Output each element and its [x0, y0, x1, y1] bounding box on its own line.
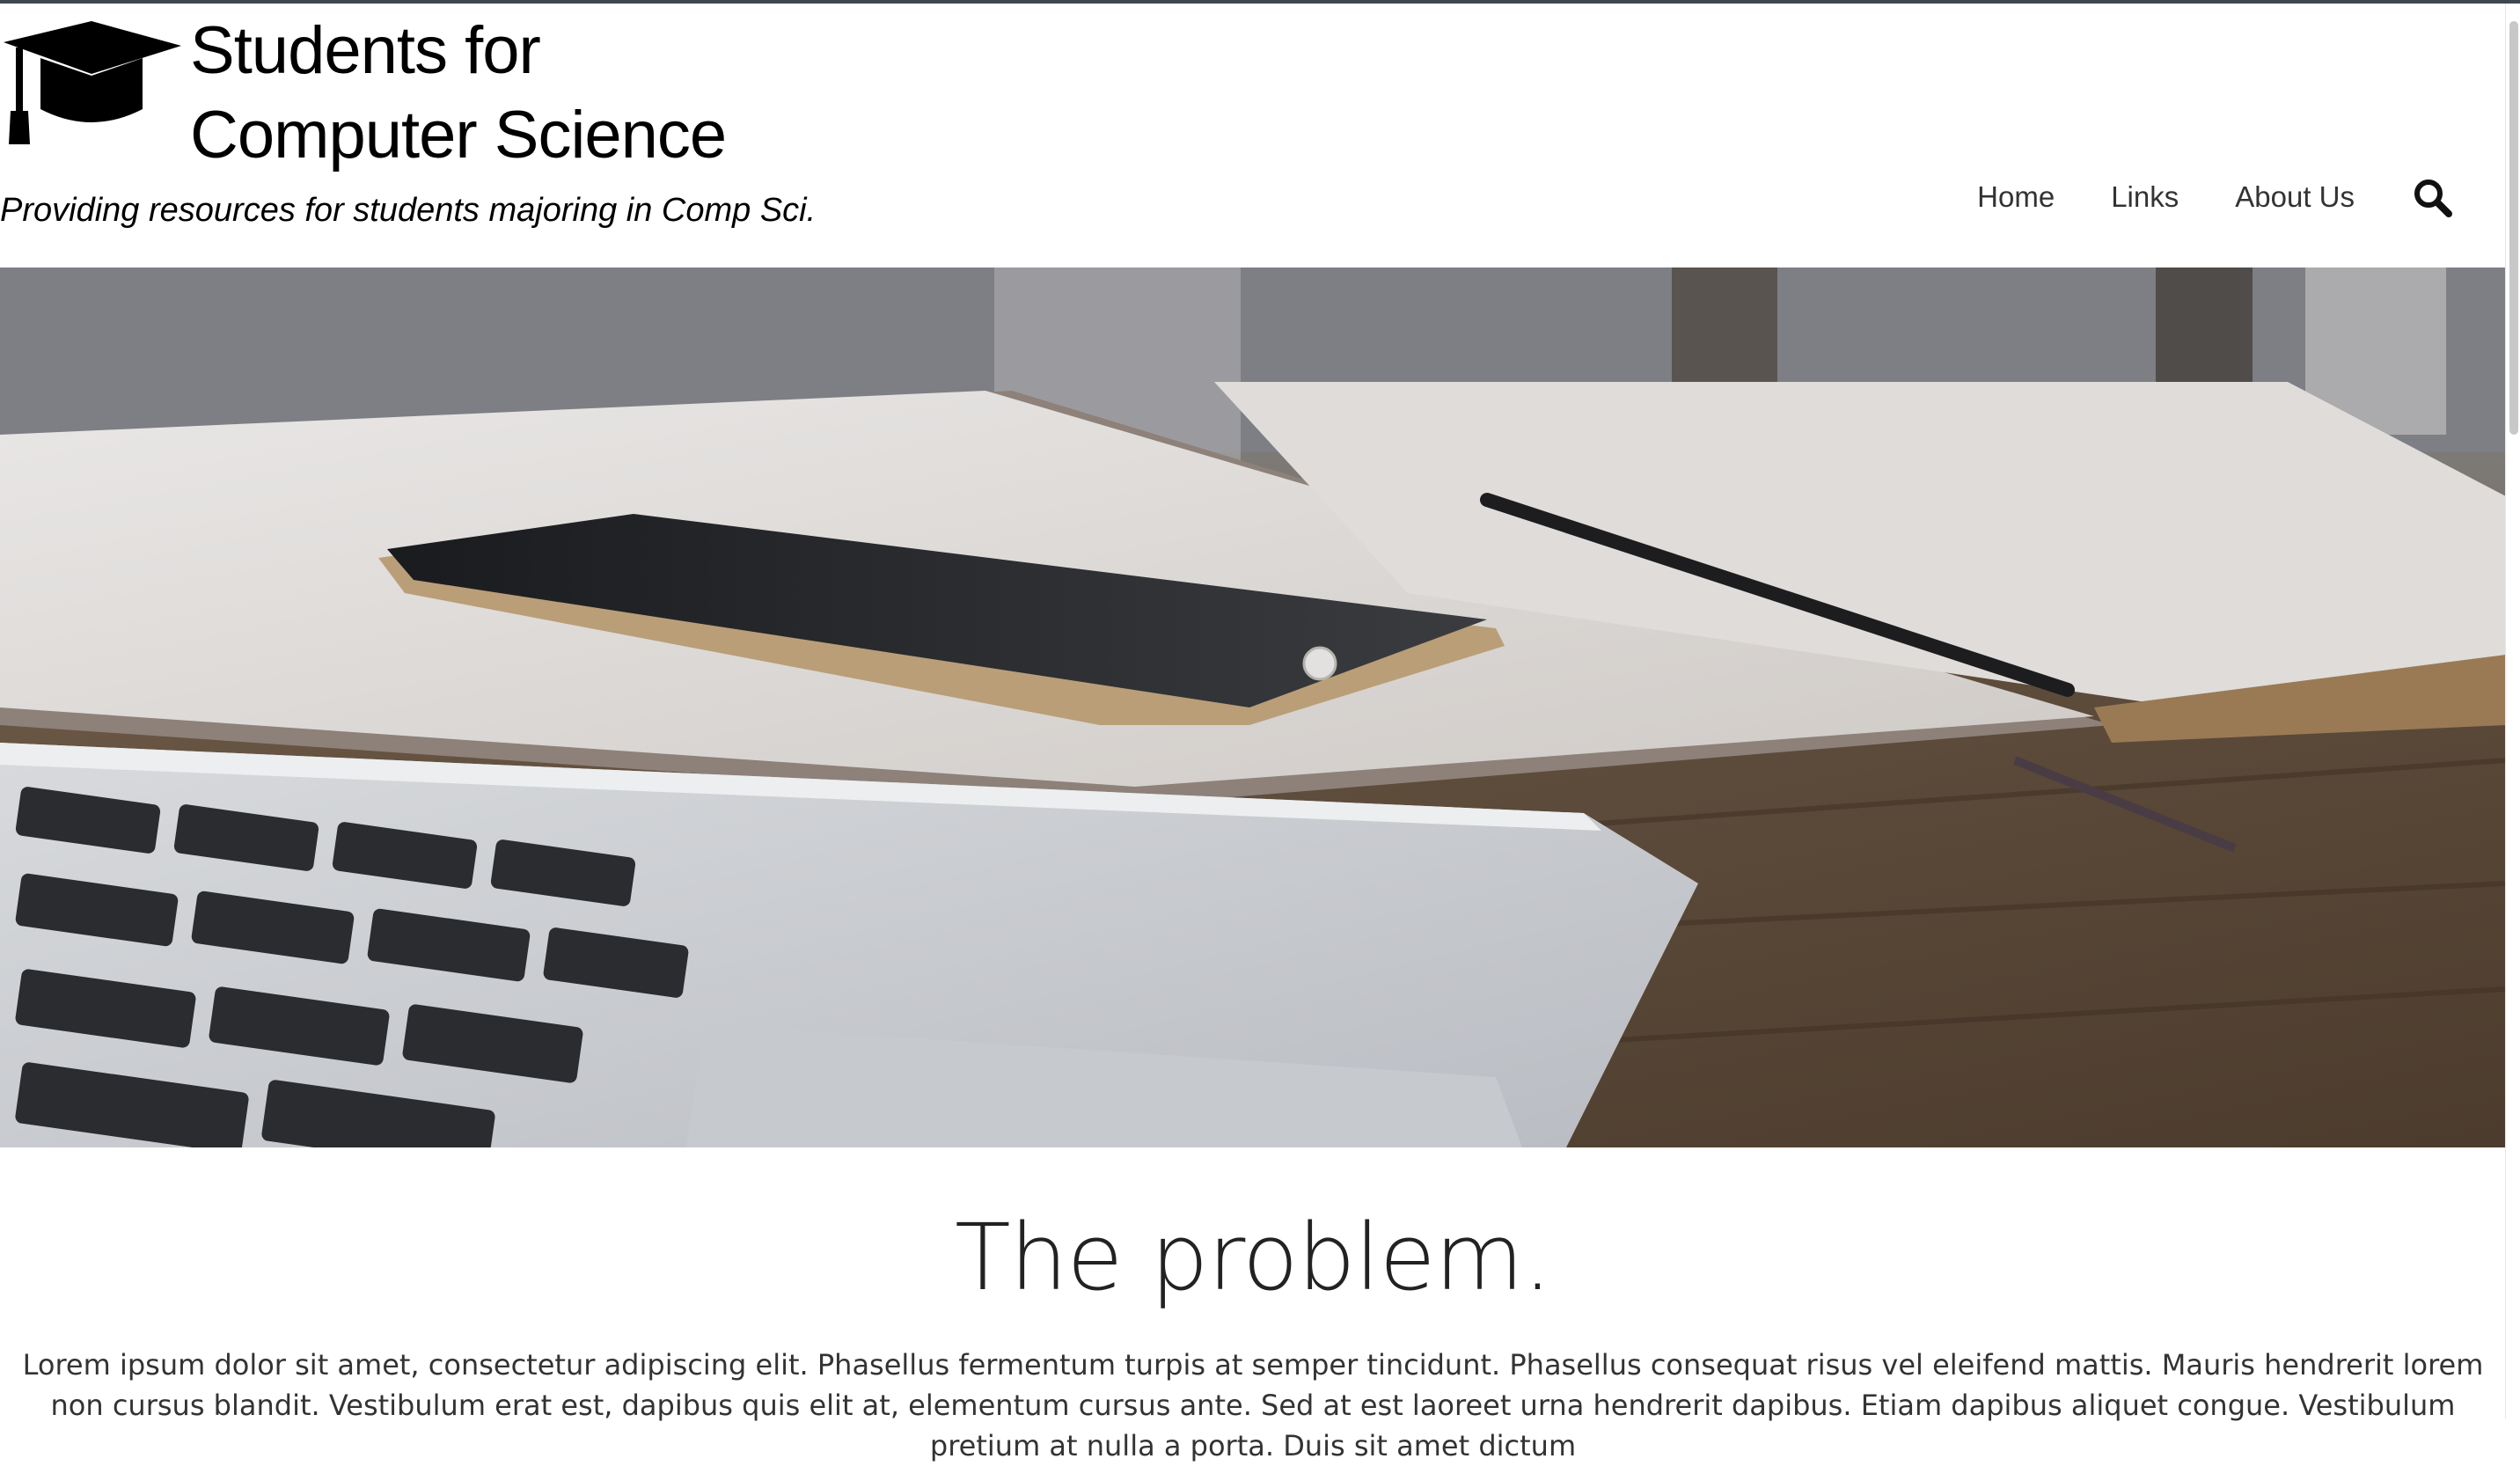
- site-tagline: Providing resources for students majorin…: [0, 192, 817, 229]
- nav-home-link[interactable]: Home: [1977, 180, 2055, 214]
- hero-image: [0, 268, 2506, 1147]
- site-title[interactable]: Students for Computer Science: [190, 9, 727, 178]
- nav-about-us-link[interactable]: About Us: [2235, 180, 2355, 214]
- search-icon[interactable]: [2411, 176, 2453, 218]
- graduation-cap-icon: [4, 21, 181, 144]
- section-body-text: Lorem ipsum dolor sit amet, consectetur …: [22, 1348, 2484, 1462]
- site-title-line-2: Computer Science: [190, 98, 727, 172]
- main-nav: Home Links About Us: [1977, 176, 2453, 218]
- hero-desk-illustration: [0, 268, 2506, 1147]
- scrollbar[interactable]: [2505, 4, 2520, 1418]
- site-header: Students for Computer Science Providing …: [0, 4, 2506, 268]
- nav-links-link[interactable]: Links: [2111, 180, 2179, 214]
- section-heading: The problem.: [955, 1204, 1552, 1311]
- site-title-line-1: Students for: [190, 13, 541, 88]
- scrollbar-thumb[interactable]: [2509, 21, 2518, 435]
